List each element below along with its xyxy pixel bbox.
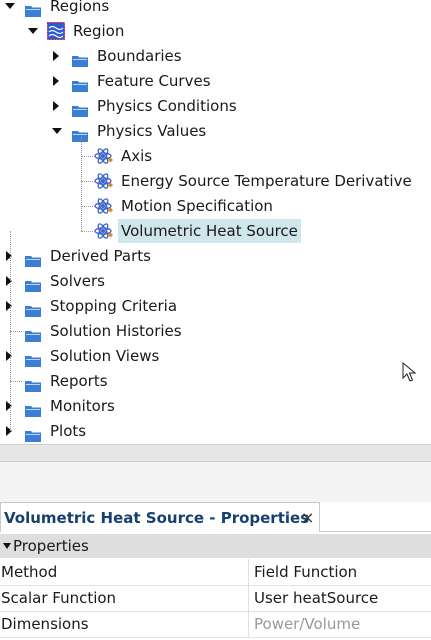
column-divider	[248, 585, 249, 611]
physics-value-icon	[94, 197, 116, 215]
tree-item[interactable]: Solvers	[0, 269, 431, 293]
tree-item-label: Region	[73, 22, 125, 40]
tree-item-label: Solution Views	[50, 347, 160, 365]
tree-item[interactable]: Plots	[0, 419, 431, 443]
region-icon	[47, 22, 65, 40]
tree-item-label: Energy Source Temperature Derivative	[121, 172, 412, 190]
collapse-arrow-icon[interactable]	[3, 543, 11, 549]
tree-item-label: Regions	[50, 0, 110, 15]
simulation-tree[interactable]: Regions Region Boundaries Feature Curves Phy…	[0, 0, 431, 444]
physics-value-icon	[94, 172, 116, 190]
tab-bar-border	[320, 531, 431, 532]
expand-right-icon[interactable]	[6, 301, 12, 311]
mouse-pointer-icon	[402, 362, 416, 382]
tree-connector	[10, 331, 22, 332]
physics-value-icon	[94, 147, 116, 165]
properties-section-label: Properties	[13, 537, 89, 555]
folder-icon	[25, 325, 41, 342]
property-row[interactable]: Scalar Function User heatSource	[0, 585, 431, 612]
property-row[interactable]: Method Field Function	[0, 559, 431, 586]
property-value[interactable]: User heatSource	[254, 585, 378, 611]
expand-right-icon[interactable]	[53, 51, 59, 61]
column-divider	[248, 611, 249, 637]
tree-connector	[81, 206, 93, 207]
property-key: Method	[1, 563, 58, 581]
tree-item[interactable]: Regions	[0, 0, 431, 18]
properties-tab[interactable]: Volumetric Heat Source - Properties ×	[0, 502, 320, 532]
tree-item-label: Solvers	[50, 272, 105, 290]
folder-icon	[72, 50, 88, 67]
expand-right-icon[interactable]	[53, 101, 59, 111]
folder-icon	[25, 400, 41, 417]
folder-icon	[25, 275, 41, 292]
panel-divider	[0, 462, 431, 502]
close-icon[interactable]: ×	[301, 503, 314, 533]
expand-right-icon[interactable]	[53, 76, 59, 86]
tree-connector	[81, 156, 93, 157]
properties-tab-title: Volumetric Heat Source - Properties	[4, 509, 310, 527]
tree-item-label: Derived Parts	[50, 247, 151, 265]
tree-item-label: Axis	[121, 147, 153, 165]
tree-item[interactable]: Boundaries	[0, 44, 431, 68]
property-row[interactable]: Dimensions Power/Volume	[0, 611, 431, 638]
folder-icon	[72, 100, 88, 117]
tree-guide-line	[10, 231, 11, 431]
tree-item[interactable]: Axis	[0, 144, 431, 168]
tree-item[interactable]: Solution Views	[0, 344, 431, 368]
tree-item[interactable]: Physics Values	[0, 119, 431, 143]
tree-item[interactable]: Volumetric Heat Source	[0, 219, 431, 243]
tree-connector	[81, 231, 93, 232]
tree-item-label: Feature Curves	[97, 72, 211, 90]
tree-item[interactable]: Physics Conditions	[0, 94, 431, 118]
tree-item-label: Boundaries	[97, 47, 182, 65]
expand-right-icon[interactable]	[6, 276, 12, 286]
tree-connector	[10, 381, 22, 382]
folder-icon	[25, 300, 41, 317]
expand-down-icon[interactable]	[52, 128, 62, 134]
expand-down-icon[interactable]	[28, 28, 38, 34]
folder-icon	[25, 250, 41, 267]
tree-connector	[81, 181, 93, 182]
folder-icon	[25, 425, 41, 442]
tree-item[interactable]: Derived Parts	[0, 244, 431, 268]
tree-item-label: Solution Histories	[50, 322, 182, 340]
expand-right-icon[interactable]	[6, 401, 12, 411]
tree-item-label: Stopping Criteria	[50, 297, 178, 315]
folder-icon	[25, 350, 41, 367]
tree-item-label: Physics Values	[97, 122, 207, 140]
tree-item[interactable]: Region	[0, 19, 431, 43]
expand-down-icon[interactable]	[5, 3, 15, 9]
tree-guide-line	[81, 137, 82, 231]
property-value: Power/Volume	[254, 615, 361, 633]
properties-section-header[interactable]: Properties	[0, 534, 431, 558]
horizontal-scrollbar[interactable]	[0, 444, 431, 462]
tree-item[interactable]: Stopping Criteria	[0, 294, 431, 318]
expand-right-icon[interactable]	[6, 426, 12, 436]
folder-icon	[72, 125, 88, 142]
folder-icon	[25, 375, 41, 392]
folder-icon	[25, 0, 41, 17]
tree-item-label: Plots	[50, 422, 87, 440]
tree-item-label: Monitors	[50, 397, 115, 415]
tree-item-label: Motion Specification	[121, 197, 273, 215]
property-key: Dimensions	[1, 615, 89, 633]
tree-item[interactable]: Feature Curves	[0, 69, 431, 93]
tree-item-label: Reports	[50, 372, 108, 390]
expand-right-icon[interactable]	[6, 251, 12, 261]
expand-right-icon[interactable]	[6, 351, 12, 361]
tree-item[interactable]: Solution Histories	[0, 319, 431, 343]
tree-item[interactable]: Energy Source Temperature Derivative	[0, 169, 431, 193]
tree-item[interactable]: Monitors	[0, 394, 431, 418]
tree-item-label: Physics Conditions	[97, 97, 237, 115]
column-divider	[248, 559, 249, 585]
tree-item[interactable]: Motion Specification	[0, 194, 431, 218]
property-key: Scalar Function	[1, 589, 117, 607]
property-value[interactable]: Field Function	[254, 559, 357, 585]
physics-value-icon	[94, 222, 116, 240]
folder-icon	[72, 75, 88, 92]
tree-item[interactable]: Reports	[0, 369, 431, 393]
tree-item-label: Volumetric Heat Source	[118, 219, 301, 243]
